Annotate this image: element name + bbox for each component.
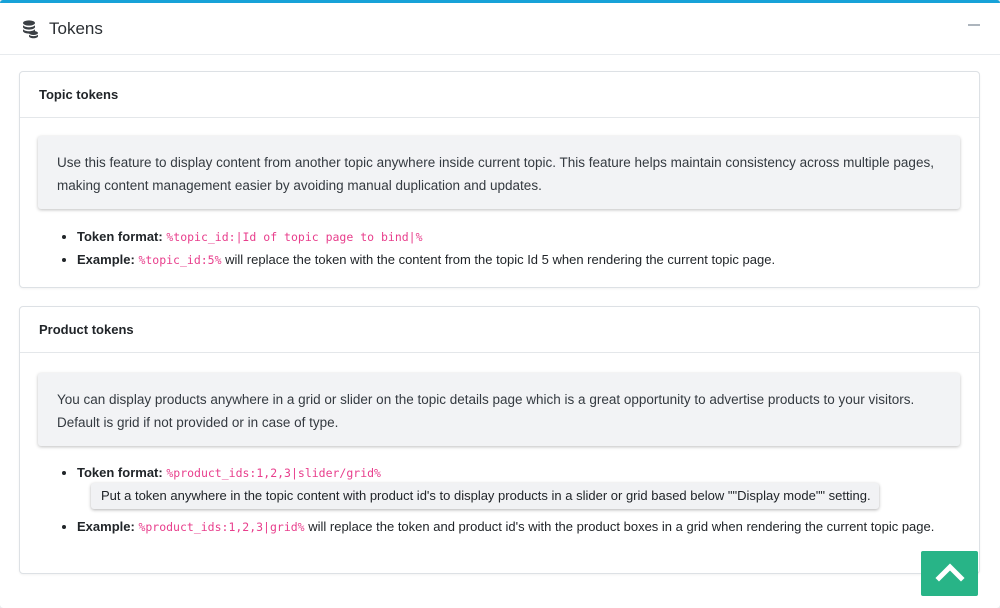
format-label: Token format: — [77, 229, 163, 244]
example-text: will replace the token and product id's … — [304, 518, 935, 534]
topic-tokens-description: Use this feature to display content from… — [38, 136, 960, 209]
product-tokens-description: You can display products anywhere in a g… — [38, 373, 960, 446]
coins-stack-icon — [19, 18, 41, 40]
example-label: Example: — [77, 518, 135, 534]
example-code: %product_ids:1,2,3|grid% — [138, 519, 305, 534]
product-tokens-description-text: You can display products anywhere in a g… — [57, 392, 915, 430]
chevron-up-icon — [934, 562, 965, 586]
token-format-tooltip: Put a token anywhere in the topic conten… — [91, 483, 879, 509]
format-code: %product_ids:1,2,3|slider/grid% — [166, 466, 381, 480]
topic-tokens-list: Token format: %topic_id:|Id of topic pag… — [77, 226, 959, 271]
list-item: Example: %product_ids:1,2,3|grid% will r… — [77, 516, 959, 539]
example-label: Example: — [77, 251, 135, 267]
example-text: will replace the token with the content … — [221, 251, 776, 267]
card-header: Tokens — [0, 3, 1000, 55]
list-item: Example: %topic_id:5% will replace the t… — [77, 249, 959, 272]
list-item: Token format: %topic_id:|Id of topic pag… — [77, 226, 959, 249]
tokens-card: Tokens Topic tokens Use this feature to … — [0, 0, 1000, 608]
scroll-to-top-button[interactable] — [921, 551, 978, 596]
format-label: Token format: — [77, 465, 163, 480]
card-title: Tokens — [49, 18, 103, 38]
format-code: %topic_id:|Id of topic page to bind|% — [166, 230, 423, 244]
list-item: Token format: %product_ids:1,2,3|slider/… — [77, 462, 959, 485]
example-code: %topic_id:5% — [138, 252, 222, 267]
minus-icon[interactable] — [968, 21, 980, 33]
product-tokens-title: Product tokens — [20, 307, 979, 353]
topic-tokens-panel: Topic tokens Use this feature to display… — [19, 71, 980, 288]
topic-tokens-description-text: Use this feature to display content from… — [57, 155, 934, 193]
topic-tokens-title: Topic tokens — [20, 72, 979, 118]
product-tokens-panel: Product tokens You can display products … — [19, 306, 980, 574]
